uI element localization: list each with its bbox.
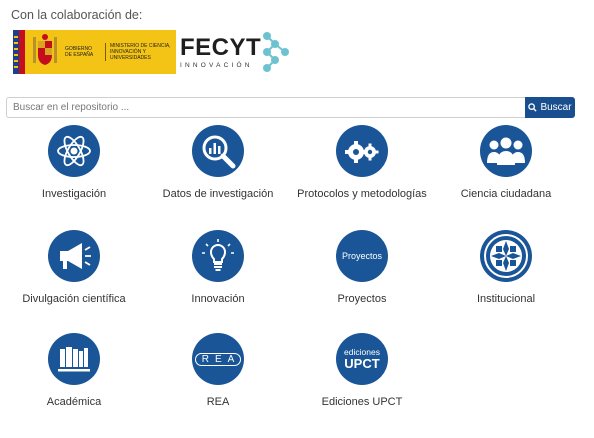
rea-icon: REA — [192, 333, 244, 385]
upct-icon-text: UPCT — [344, 355, 380, 371]
gears-icon — [336, 125, 388, 177]
category-label: REA — [206, 396, 230, 408]
category-rea[interactable]: REA REA — [146, 333, 290, 409]
category-academica[interactable]: Académica — [2, 333, 146, 409]
category-label: Ediciones UPCT — [321, 396, 403, 408]
category-label: Innovación — [191, 293, 245, 305]
category-label: Investigación — [41, 188, 107, 200]
magnifier-chart-icon — [192, 125, 244, 177]
category-label: Institucional — [476, 293, 536, 305]
proyectos-text-icon: Proyectos — [336, 230, 388, 282]
proyectos-icon-text: Proyectos — [341, 251, 383, 261]
category-label: Datos de investigación — [162, 188, 274, 200]
category-proyectos[interactable]: Proyectos Proyectos — [290, 230, 434, 306]
rea-letters: REA — [194, 352, 242, 366]
category-label: Proyectos — [337, 293, 387, 305]
upct-emblem-icon — [480, 230, 532, 282]
category-institucional[interactable]: Institucional — [434, 230, 578, 306]
category-grid: Investigación Datos de investigación Pro… — [0, 0, 594, 438]
category-investigacion[interactable]: Investigación — [2, 125, 146, 201]
category-divulgacion[interactable]: Divulgación científica — [2, 230, 146, 306]
category-label: Divulgación científica — [22, 293, 126, 305]
category-label: Académica — [46, 396, 102, 408]
category-ediciones-upct[interactable]: ediciones UPCT Ediciones UPCT — [290, 333, 434, 409]
people-group-icon — [480, 125, 532, 177]
category-label: Protocolos y metodologías — [297, 188, 427, 200]
lightbulb-icon — [192, 230, 244, 282]
atom-icon — [48, 125, 100, 177]
category-datos-investigacion[interactable]: Datos de investigación — [146, 125, 290, 201]
books-icon — [48, 333, 100, 385]
category-ciencia-ciudadana[interactable]: Ciencia ciudadana — [434, 125, 578, 201]
category-label: Ciencia ciudadana — [460, 188, 552, 200]
category-innovacion[interactable]: Innovación — [146, 230, 290, 306]
category-protocolos[interactable]: Protocolos y metodologías — [290, 125, 434, 201]
ediciones-upct-icon: ediciones UPCT — [336, 333, 388, 385]
megaphone-icon — [48, 230, 100, 282]
